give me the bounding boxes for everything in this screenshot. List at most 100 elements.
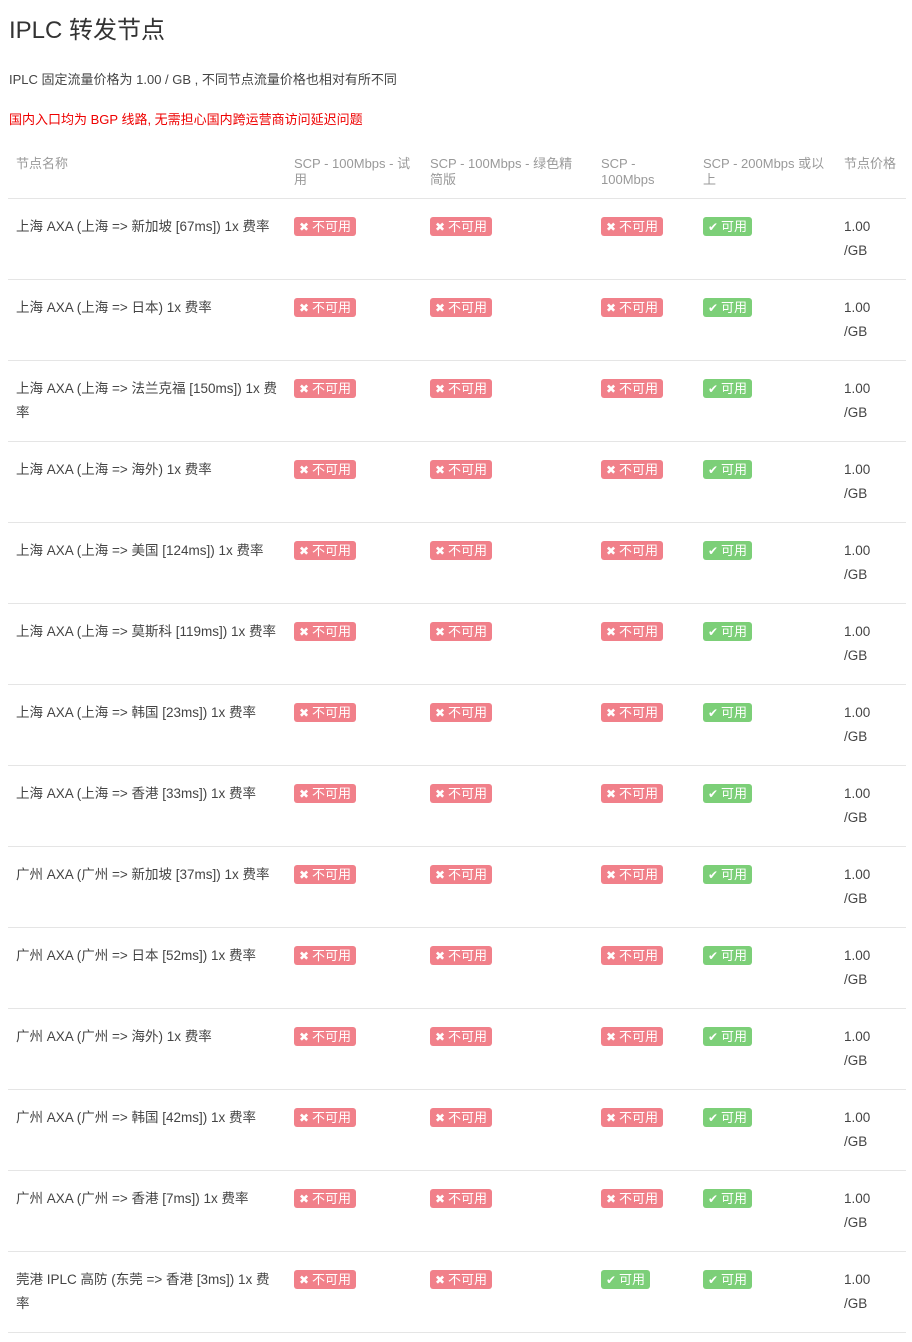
availability-cell-scp-trial: ✖ 不可用 [286,279,422,361]
availability-cell-scp-200: ✔ 可用 [695,1008,836,1090]
availability-cell-scp-100: ✖ 不可用 [593,1170,695,1252]
check-icon: ✔ [707,624,719,639]
check-icon: ✔ [707,1110,719,1125]
status-label: 不可用 [312,785,352,801]
node-name: 上海 AXA (上海 => 海外) 1x 费率 [8,441,286,523]
status-label: 不可用 [448,866,488,882]
close-icon: ✖ [434,786,446,801]
node-name: 上海 AXA (上海 => 莫斯科 [119ms]) 1x 费率 [8,603,286,685]
availability-cell-scp-200: ✔ 可用 [695,846,836,928]
availability-cell-scp-lite: ✖ 不可用 [422,522,593,604]
status-badge-unavailable: ✖ 不可用 [294,783,357,803]
check-icon: ✔ [707,1191,719,1206]
status-badge-available: ✔ 可用 [703,297,753,317]
availability-cell-scp-lite: ✖ 不可用 [422,927,593,1009]
status-label: 可用 [721,785,748,801]
close-icon: ✖ [298,705,310,720]
node-name: 莞港 IPLC 高防 (东莞 => 香港 [3ms]) 1x 费率 [8,1251,286,1333]
status-label: 不可用 [312,866,352,882]
status-badge-unavailable: ✖ 不可用 [294,1269,357,1289]
price-value: 1.00 [844,542,871,558]
availability-cell-scp-lite: ✖ 不可用 [422,846,593,928]
status-label: 不可用 [312,1190,352,1206]
node-name: 广州 AXA (广州 => 香港 [7ms]) 1x 费率 [8,1170,286,1252]
status-badge-unavailable: ✖ 不可用 [430,216,493,236]
close-icon: ✖ [605,543,617,558]
status-label: 可用 [721,1271,748,1287]
close-icon: ✖ [434,462,446,477]
price-value: 1.00 [844,299,871,315]
node-name: 上海 AXA (上海 => 新加坡 [67ms]) 1x 费率 [8,198,286,280]
price-unit: /GB [844,728,868,744]
status-label: 不可用 [619,1109,659,1125]
price-unit: /GB [844,242,868,258]
availability-cell-scp-200: ✔ 可用 [695,927,836,1009]
availability-cell-scp-lite: ✖ 不可用 [422,1251,593,1333]
status-label: 不可用 [448,1271,488,1287]
table-row: 广州 AXA (广州 => 新加坡 [37ms]) 1x 费率 ✖ 不可用 ✖ 不可用 ✖… [8,846,906,928]
status-badge-unavailable: ✖ 不可用 [294,297,357,317]
availability-cell-scp-trial: ✖ 不可用 [286,927,422,1009]
status-label: 不可用 [448,380,488,396]
status-badge-unavailable: ✖ 不可用 [601,297,664,317]
status-label: 可用 [619,1271,646,1287]
close-icon: ✖ [434,543,446,558]
check-icon: ✔ [707,300,719,315]
status-label: 不可用 [448,542,488,558]
close-icon: ✖ [434,381,446,396]
close-icon: ✖ [434,705,446,720]
status-badge-available: ✔ 可用 [703,378,753,398]
status-badge-unavailable: ✖ 不可用 [294,945,357,965]
status-label: 不可用 [312,1271,352,1287]
status-label: 不可用 [448,947,488,963]
status-label: 不可用 [619,1028,659,1044]
status-badge-unavailable: ✖ 不可用 [294,216,357,236]
status-label: 可用 [721,1028,748,1044]
status-label: 不可用 [619,380,659,396]
status-label: 不可用 [312,1109,352,1125]
availability-cell-scp-trial: ✖ 不可用 [286,1008,422,1090]
check-icon: ✔ [707,462,719,477]
availability-cell-scp-trial: ✖ 不可用 [286,360,422,442]
status-label: 不可用 [312,704,352,720]
availability-cell-scp-200: ✔ 可用 [695,603,836,685]
node-price: 1.00/GB [836,603,906,685]
availability-cell-scp-trial: ✖ 不可用 [286,603,422,685]
close-icon: ✖ [605,1029,617,1044]
status-label: 不可用 [312,299,352,315]
status-label: 不可用 [619,947,659,963]
table-row: 上海 AXA (上海 => 新加坡 [67ms]) 1x 费率 ✖ 不可用 ✖ 不可用 ✖… [8,198,906,280]
status-badge-unavailable: ✖ 不可用 [601,378,664,398]
node-price: 1.00/GB [836,927,906,1009]
close-icon: ✖ [605,300,617,315]
status-label: 可用 [721,1109,748,1125]
availability-cell-scp-100: ✖ 不可用 [593,360,695,442]
status-badge-unavailable: ✖ 不可用 [430,783,493,803]
check-icon: ✔ [707,543,719,558]
table-header-row: 节点名称 SCP - 100Mbps - 试用 SCP - 100Mbps - … [8,146,906,199]
availability-cell-scp-lite: ✖ 不可用 [422,1170,593,1252]
availability-cell-scp-trial: ✖ 不可用 [286,846,422,928]
status-badge-unavailable: ✖ 不可用 [601,945,664,965]
status-badge-unavailable: ✖ 不可用 [294,1026,357,1046]
check-icon: ✔ [707,1272,719,1287]
status-badge-available: ✔ 可用 [703,216,753,236]
status-label: 不可用 [619,704,659,720]
price-value: 1.00 [844,866,871,882]
price-value: 1.00 [844,785,871,801]
column-header-scp-100: SCP - 100Mbps [593,146,695,199]
status-badge-unavailable: ✖ 不可用 [294,864,357,884]
close-icon: ✖ [298,624,310,639]
close-icon: ✖ [298,462,310,477]
status-label: 不可用 [448,1028,488,1044]
status-badge-unavailable: ✖ 不可用 [601,1188,664,1208]
availability-cell-scp-100: ✖ 不可用 [593,198,695,280]
status-badge-unavailable: ✖ 不可用 [430,864,493,884]
availability-cell-scp-100: ✖ 不可用 [593,1089,695,1171]
availability-cell-scp-lite: ✖ 不可用 [422,765,593,847]
availability-cell-scp-100: ✖ 不可用 [593,441,695,523]
status-label: 不可用 [619,785,659,801]
availability-cell-scp-200: ✔ 可用 [695,441,836,523]
check-icon: ✔ [707,1029,719,1044]
node-name: 广州 AXA (广州 => 韩国 [42ms]) 1x 费率 [8,1089,286,1171]
